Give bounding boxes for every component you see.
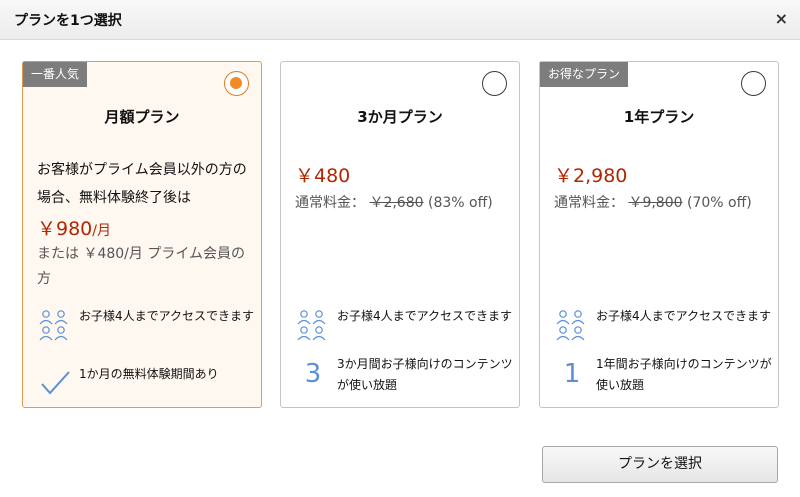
price-unit: /月: [92, 223, 111, 239]
regular-price-amount: ￥9,800: [628, 195, 683, 211]
feature-text: お子様4人までアクセスできます: [337, 309, 513, 323]
feature-text: 1年間お子様向けのコンテンツが使い放題: [596, 357, 772, 392]
close-icon[interactable]: ×: [775, 9, 788, 28]
feature-text: 1か月の無料体験期間あり: [79, 367, 219, 381]
plan-name: 1年プラン: [623, 108, 695, 126]
family-icon: [556, 310, 585, 341]
plan-card-monthly[interactable]: 一番人気 月額プラン お客様がプライム会員以外の方の場合、無料体験終了後は ￥9…: [22, 61, 262, 408]
regular-price-label: 通常料金：: [295, 195, 365, 211]
price-amount: ￥980: [37, 218, 93, 240]
plan-price: ￥2,980: [554, 165, 628, 187]
dialog-title: プランを1つ選択: [14, 13, 122, 29]
family-icon: [297, 310, 326, 341]
number-3-icon: 3: [304, 359, 322, 389]
family-icon: [39, 310, 68, 341]
member-price-note: または ￥480/月 プライム会員の方: [37, 246, 246, 287]
regular-price: 通常料金： ￥9,800 (70% off): [554, 192, 752, 212]
plan-radio-yearly[interactable]: [741, 71, 766, 96]
feature-text: お子様4人までアクセスできます: [596, 309, 772, 323]
plan-price: ￥480: [295, 165, 351, 187]
plan-radio-monthly[interactable]: [224, 71, 249, 96]
best-value-tag: お得なプラン: [540, 62, 629, 87]
regular-price-label: 通常料金：: [554, 195, 624, 211]
feature-text: 3か月間お子様向けのコンテンツが使い放題: [337, 357, 513, 392]
select-plan-button[interactable]: プランを選択: [542, 446, 778, 483]
number-1-icon: 1: [563, 359, 581, 389]
plan-radio-3month[interactable]: [482, 71, 507, 96]
plan-name: 3か月プラン: [357, 108, 443, 126]
regular-price: 通常料金： ￥2,680 (83% off): [295, 192, 493, 212]
plan-description: お客様がプライム会員以外の方の場合、無料体験終了後は: [37, 162, 247, 206]
plan-name: 月額プラン: [104, 108, 180, 126]
plan-card-3month[interactable]: 3か月プラン ￥480 通常料金： ￥2,680 (83% off) お子様4人…: [280, 61, 520, 408]
dialog-header: プランを1つ選択 ×: [0, 0, 800, 40]
regular-price-amount: ￥2,680: [369, 195, 424, 211]
discount-percent: (70% off): [687, 195, 752, 211]
feature-text: お子様4人までアクセスできます: [79, 309, 255, 323]
plan-card-yearly[interactable]: お得なプラン 1年プラン ￥2,980 通常料金： ￥9,800 (70% of…: [539, 61, 779, 408]
popular-tag: 一番人気: [23, 62, 88, 87]
checkmark-icon: [41, 371, 70, 395]
plan-price: ￥980/月: [37, 214, 111, 241]
discount-percent: (83% off): [428, 195, 493, 211]
